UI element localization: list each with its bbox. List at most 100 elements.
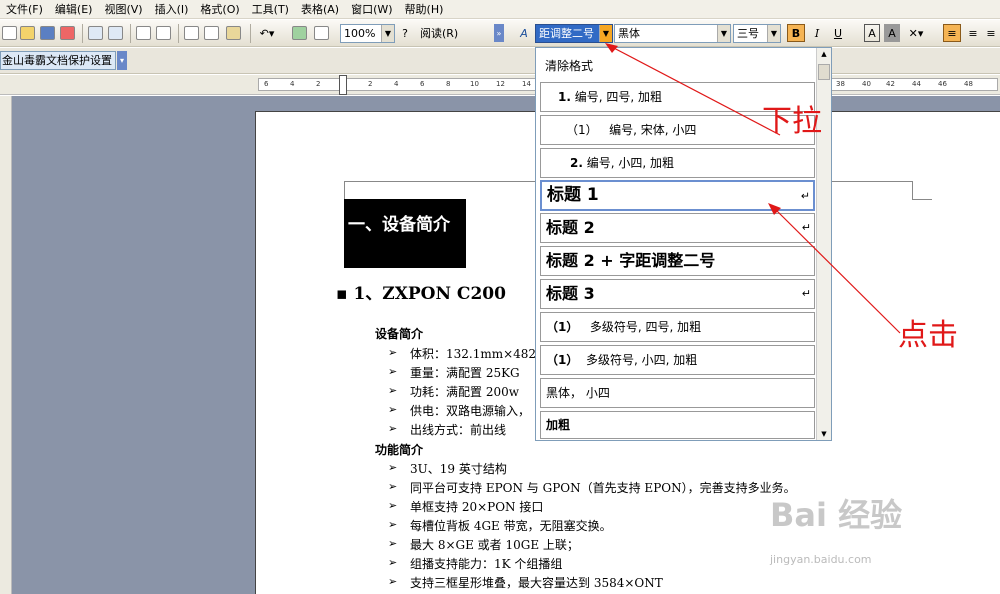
menu-help[interactable]: 帮助(H) [399,0,450,19]
char-border-button[interactable]: A [864,24,880,42]
print-preview-icon[interactable] [108,24,123,42]
indent-marker[interactable] [339,75,347,95]
bullet-text[interactable]: 出线方式：前出线 [410,421,506,438]
align-right-icon[interactable]: ≡ [983,24,999,42]
toolbar-options-icon[interactable]: » [494,24,504,42]
cut-icon[interactable] [184,24,199,42]
bullet-text[interactable]: 3U、19 英寸结构 [410,460,507,477]
style-heading-2-kerning[interactable]: 标题 2 + 字距调整二号 [540,246,815,276]
style-number-small4-bold[interactable]: 2. 编号, 小四, 加粗 [540,148,815,178]
print-icon[interactable] [88,24,103,42]
subheading-device[interactable]: 设备简介 [375,325,423,342]
table-icon[interactable] [314,24,329,42]
undo-icon[interactable]: ↶▾ [256,24,278,42]
menu-insert[interactable]: 插入(I) [149,0,195,19]
copy-icon[interactable] [204,24,219,42]
style-prefix: （1） [566,123,598,137]
research-icon[interactable] [156,24,171,42]
menu-format[interactable]: 格式(O) [194,0,245,19]
ruler-number: 2 [316,80,321,88]
scroll-up-icon[interactable]: ▲ [817,48,831,60]
bold-button[interactable]: B [787,24,805,42]
spelling-icon[interactable] [136,24,151,42]
scroll-thumb[interactable] [818,64,830,80]
read-mode-label: 阅读(R) [420,27,459,40]
toolbar-options-icon[interactable]: ▾ [117,51,127,70]
margin-corner [344,181,564,182]
bullet-text[interactable]: 同平台可支持 EPON 与 GPON（首先支持 EPON），完善支持多业务。 [410,479,796,496]
protect-settings-button[interactable]: 金山毒霸文档保护设置 [0,51,116,70]
menu-edit[interactable]: 编辑(E) [49,0,99,19]
style-multilevel-small4-bold[interactable]: （1） 多级符号, 小四, 加粗 [540,345,815,375]
bullet-text[interactable]: 支持三框星形堆叠，最大容量达到 3584×ONT [410,574,663,591]
bullet-arrow-icon: ➢ [388,422,398,435]
scroll-down-icon[interactable]: ▼ [817,428,831,440]
zoom-combo[interactable]: 100% ▼ [340,24,395,43]
style-label: 编号, 小四, 加粗 [586,156,675,170]
font-combo[interactable]: 黑体 ▼ [614,24,731,43]
bullet-text[interactable]: 最大 8×GE 或者 10GE 上联； [410,536,579,553]
help-icon[interactable]: ? [398,24,412,42]
style-prefix: 1. [558,90,571,104]
menu-table[interactable]: 表格(A) [295,0,345,19]
char-shading-button[interactable]: A [884,24,900,42]
ruler-number: 4 [290,80,295,88]
style-multilevel-4-bold[interactable]: （1） 多级符号, 四号, 加粗 [540,312,815,342]
menu-window[interactable]: 窗口(W) [345,0,398,19]
menu-tools[interactable]: 工具(T) [246,0,295,19]
ruler-number: 14 [522,80,531,88]
ruler-number: 44 [912,80,921,88]
heading-2-text[interactable]: ▪ 1、ZXPON C200 [336,279,506,304]
bullet-arrow-icon: ➢ [388,346,398,359]
protect-toolbar: 金山毒霸文档保护设置 ▾ [0,48,1000,74]
heading-1-text[interactable]: 一、设备简介 [344,199,466,268]
bullet-text[interactable]: 供电：双路电源输入， [410,402,530,419]
menu-view[interactable]: 视图(V) [98,0,148,19]
style-label: 标题 1 [547,185,599,205]
align-center-icon[interactable]: ≡ [965,24,981,42]
bullet-text[interactable]: 单框支持 20×PON 接口 [410,498,543,515]
style-heiti-small4[interactable]: 黑体， 小四 [540,378,815,408]
ruler-number: 40 [862,80,871,88]
char-scaling-icon[interactable]: ✕▾ [904,24,928,42]
font-size-combo[interactable]: 三号 ▼ [733,24,781,43]
style-clear-format[interactable]: 清除格式 [540,52,815,80]
bullet-text[interactable]: 体积：132.1mm×482. [410,345,540,362]
save-icon[interactable] [40,24,55,42]
style-heading-2[interactable]: 标题 2 ↵ [540,213,815,243]
open-icon[interactable] [20,24,35,42]
menu-file[interactable]: 文件(F) [0,0,49,19]
subheading-features[interactable]: 功能简介 [375,441,423,458]
ruler-number: 12 [496,80,505,88]
toolbar-separator [178,24,179,43]
bullet-arrow-icon: ➢ [388,499,398,512]
underline-button[interactable]: U [830,24,846,42]
read-mode-button[interactable]: 阅读(R) [420,24,490,42]
paste-icon[interactable] [226,24,241,42]
annotation-click: 点击 [898,318,958,353]
menu-bar: 文件(F) 编辑(E) 视图(V) 插入(I) 格式(O) 工具(T) 表格(A… [0,0,1000,19]
pdf-icon[interactable] [60,24,75,42]
style-heading-1[interactable]: 标题 1 ↵ [540,180,815,211]
bullet-arrow-icon: ➢ [388,537,398,550]
bullet-text[interactable]: 组播支持能力：1K 个组播组 [410,555,562,572]
paragraph-mark-icon: ↵ [800,189,810,202]
bullet-text[interactable]: 每槽位背板 4GE 带宽，无阻塞交换。 [410,517,612,534]
annotation-dropdown: 下拉 [762,104,822,139]
style-label: 编号, 宋体, 小四 [609,123,697,137]
style-combo[interactable]: 距调整二号 ▼ [535,24,613,43]
italic-button[interactable]: I [809,24,825,42]
margin-corner [912,181,913,199]
toolbar-separator [82,24,83,43]
bullet-text[interactable]: 功耗：满配置 200w [410,383,519,400]
new-document-icon[interactable] [2,24,17,42]
bullet-text[interactable]: 重量：满配置 25KG [410,364,520,381]
bullet-arrow-icon: ➢ [388,556,398,569]
style-heading-3[interactable]: 标题 3 ↵ [540,279,815,309]
hyperlink-icon[interactable] [292,24,307,42]
styles-pane-icon[interactable]: A [516,24,532,42]
align-justify-icon[interactable]: ≡ [943,24,961,42]
bullet-arrow-icon: ➢ [388,518,398,531]
style-bold[interactable]: 加粗 [540,411,815,439]
toolbar-separator [250,24,251,43]
